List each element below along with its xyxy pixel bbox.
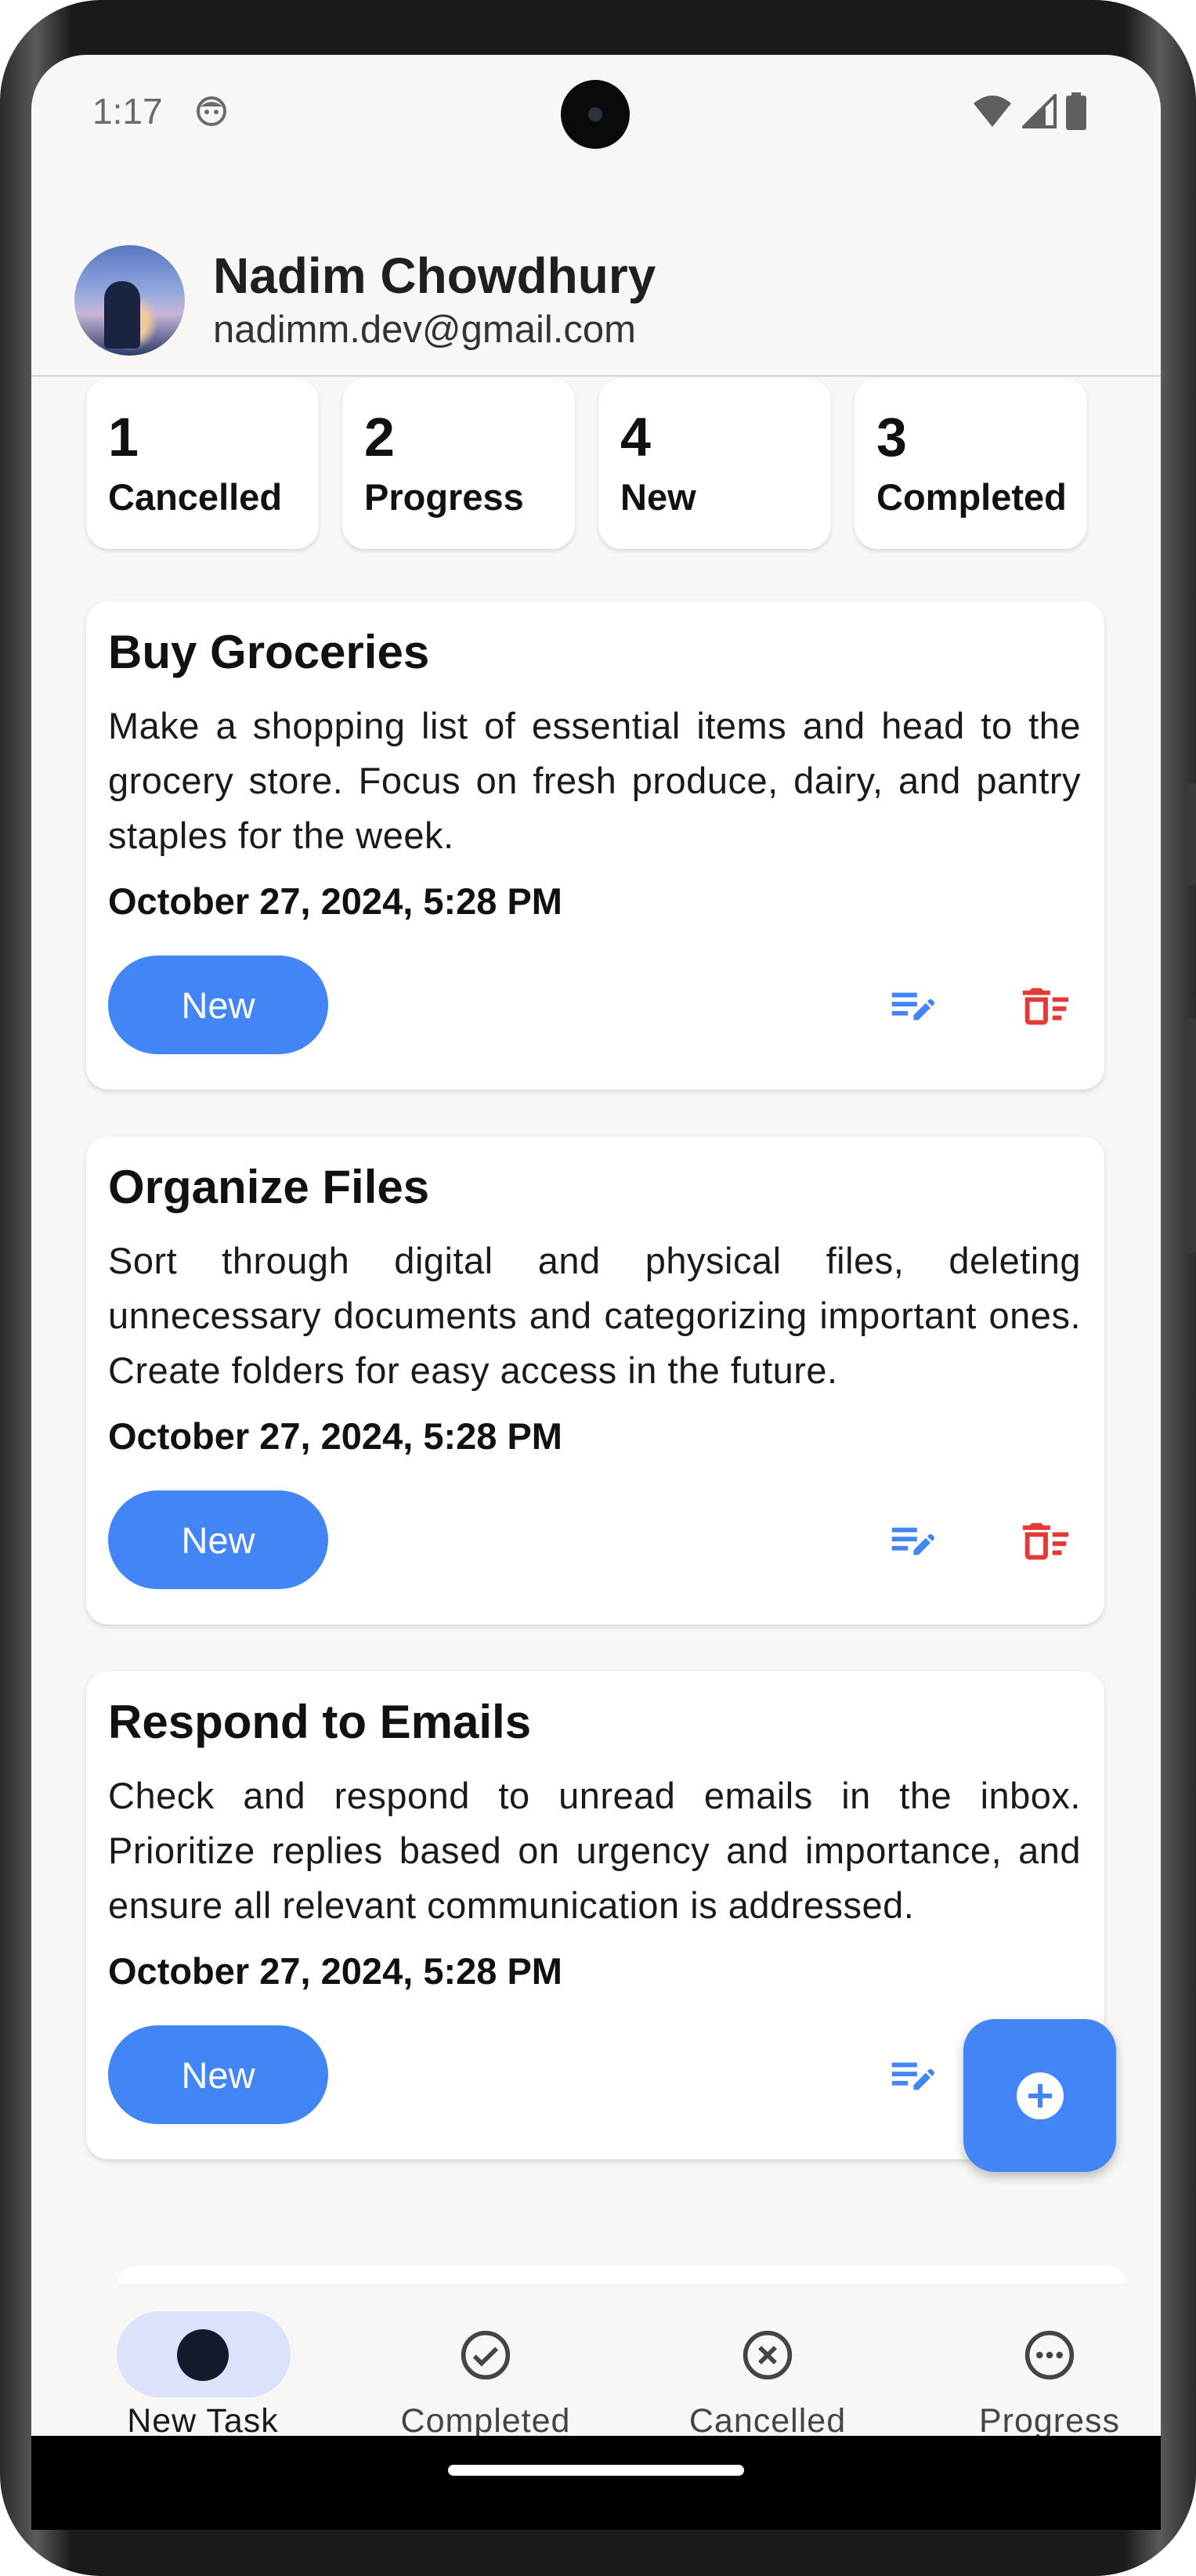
summary-label: Progress — [364, 476, 524, 518]
summary-label: New — [620, 476, 696, 518]
summary-label: Completed — [876, 476, 1067, 518]
summary-card-cancelled: 1 Cancelled — [86, 378, 319, 549]
nav-item-completed[interactable]: Completed — [345, 2283, 627, 2436]
power-button — [1187, 783, 1196, 885]
user-name: Nadim Chowdhury — [213, 247, 656, 304]
summary-card-progress: 2 Progress — [342, 378, 575, 549]
volume-button — [1187, 1018, 1196, 1253]
task-date: October 27, 2024, 5:28 PM — [108, 1415, 562, 1457]
bottom-navigation: New Task Completed Cancelled Progress — [31, 2283, 1161, 2436]
signal-icon — [1022, 94, 1057, 128]
system-navigation-bar — [31, 2436, 1161, 2530]
nav-label: Progress — [978, 2402, 1121, 2436]
nav-label: Cancelled — [688, 2402, 847, 2436]
x-circle-icon — [743, 2330, 793, 2380]
notification-face-icon — [197, 96, 226, 126]
profile-header[interactable]: Nadim Chowdhury nadimm.dev@gmail.com — [31, 172, 1161, 377]
filled-circle-icon — [177, 2329, 229, 2381]
task-title: Buy Groceries — [108, 626, 430, 678]
add-circle-icon — [1016, 2072, 1064, 2119]
status-icons — [972, 92, 1086, 130]
user-email: nadimm.dev@gmail.com — [213, 309, 636, 351]
task-status-chip[interactable]: New — [108, 1490, 328, 1589]
summary-label: Cancelled — [108, 476, 283, 518]
task-date: October 27, 2024, 5:28 PM — [108, 880, 562, 922]
delete-sweep-icon[interactable] — [1018, 1514, 1073, 1569]
more-circle-icon — [1024, 2330, 1075, 2380]
task-status-chip[interactable]: New — [108, 2025, 328, 2124]
nav-item-progress[interactable]: Progress — [909, 2283, 1161, 2436]
task-date: October 27, 2024, 5:28 PM — [108, 1950, 562, 1992]
summary-card-new: 4 New — [598, 378, 831, 549]
edit-note-icon[interactable] — [885, 979, 940, 1034]
avatar[interactable] — [74, 245, 185, 356]
task-card: Buy Groceries Make a shopping list of es… — [86, 602, 1104, 1089]
add-task-fab[interactable] — [963, 2019, 1116, 2172]
status-bar: 1:17 — [31, 55, 1161, 172]
summary-count: 3 — [876, 406, 907, 468]
summary-card-completed: 3 Completed — [855, 378, 1087, 549]
nav-item-cancelled[interactable]: Cancelled — [627, 2283, 909, 2436]
summary-count: 1 — [108, 406, 139, 468]
app-screen: 1:17 Nadim Chowdhury nadimm.dev@gmail.co… — [31, 55, 1161, 2436]
front-camera — [561, 80, 630, 149]
wifi-icon — [974, 96, 1011, 127]
delete-sweep-icon[interactable] — [1018, 979, 1073, 1034]
task-description: Check and respond to unread emails in th… — [108, 1775, 1081, 1926]
battery-icon — [1066, 92, 1086, 130]
nav-label: New Task — [127, 2402, 279, 2436]
status-time: 1:17 — [92, 91, 163, 132]
nav-label: Completed — [400, 2402, 571, 2436]
task-card: Respond to Emails Check and respond to u… — [86, 1671, 1104, 2159]
task-description: Sort through digital and physical files,… — [108, 1240, 1081, 1391]
task-description: Make a shopping list of essential items … — [108, 705, 1081, 856]
summary-count: 4 — [620, 406, 651, 468]
task-status-chip[interactable]: New — [108, 956, 328, 1054]
device-frame: 1:17 Nadim Chowdhury nadimm.dev@gmail.co… — [0, 0, 1196, 2576]
check-circle-icon — [461, 2330, 511, 2380]
edit-note-icon[interactable] — [885, 1514, 940, 1569]
nav-item-new-task[interactable]: New Task — [62, 2283, 344, 2436]
home-gesture-handle[interactable] — [448, 2465, 744, 2476]
summary-count: 2 — [364, 406, 395, 468]
task-card: Organize Files Sort through digital and … — [86, 1136, 1104, 1624]
edit-note-icon[interactable] — [885, 2049, 940, 2104]
task-title: Respond to Emails — [108, 1696, 532, 1748]
task-title: Organize Files — [108, 1161, 430, 1213]
